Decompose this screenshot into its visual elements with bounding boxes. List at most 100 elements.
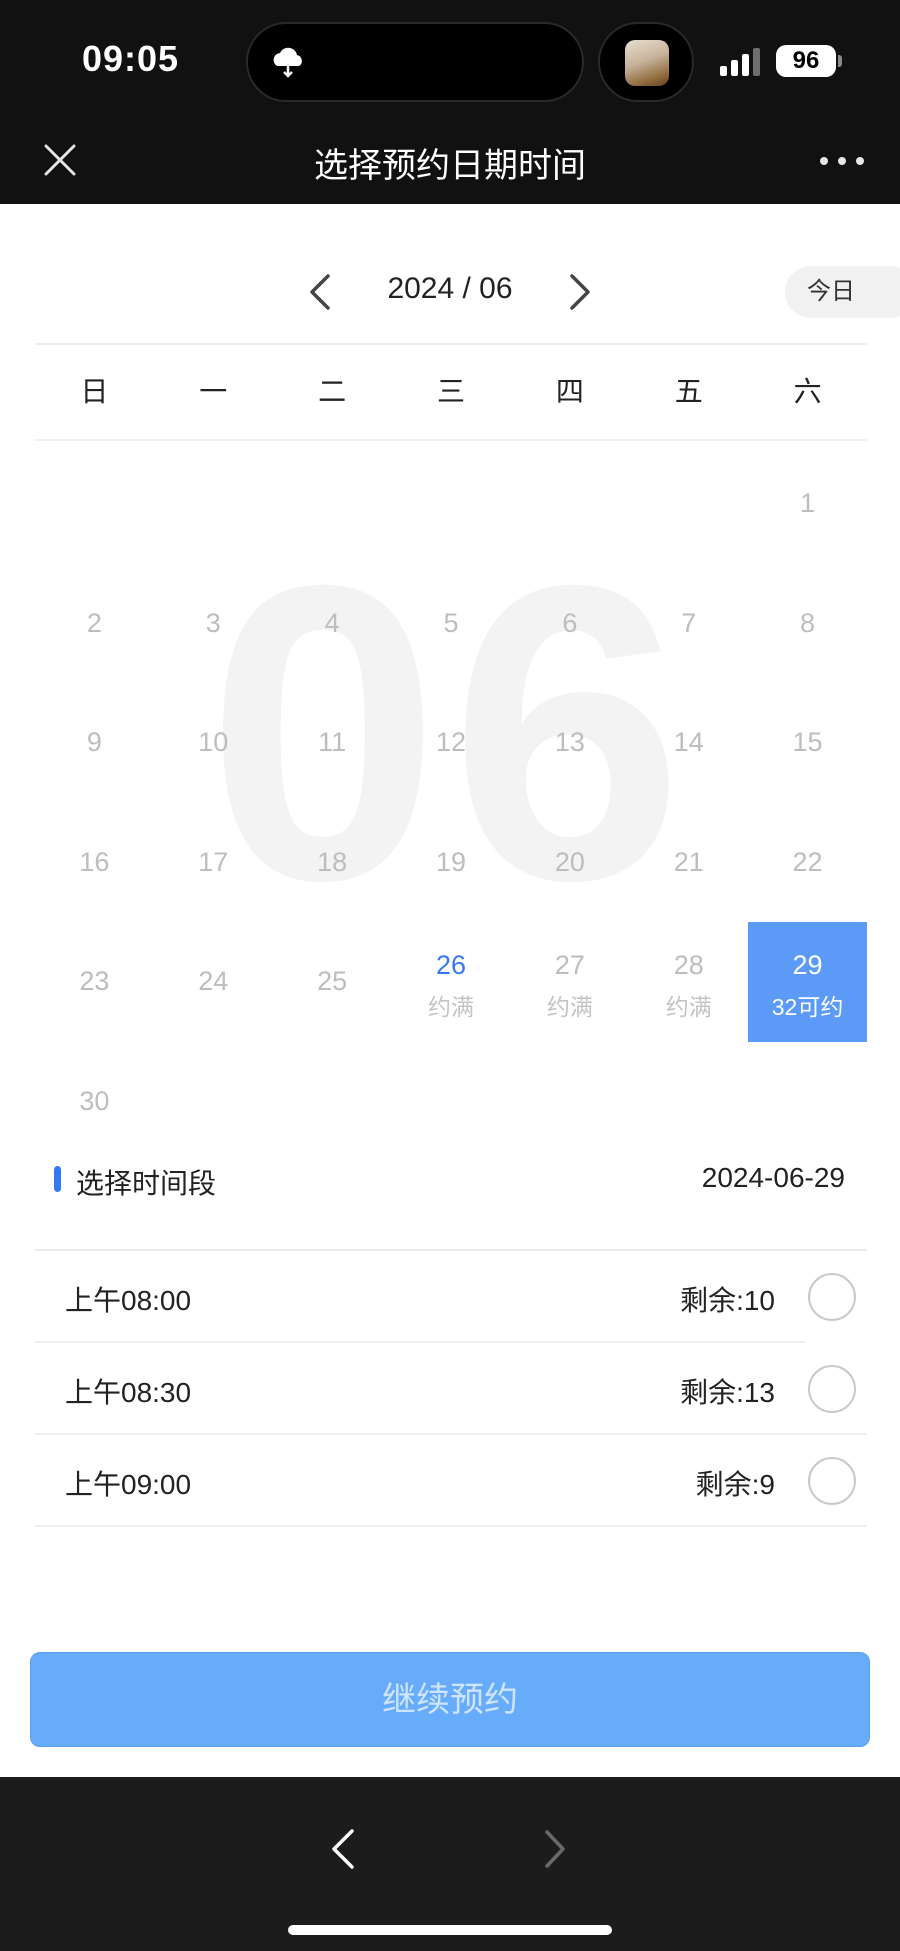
calendar-day[interactable]: 5 [392,564,511,684]
calendar-day[interactable]: 15 [748,683,867,803]
battery-icon: 96 [776,45,836,77]
day-availability: 约满 [546,994,593,1020]
calendar-day[interactable]: 26 约满 [392,922,511,1042]
home-indicator [288,1925,612,1935]
calendar-day[interactable]: 6 [510,564,629,684]
calendar-day[interactable]: 1 [748,444,867,564]
day-number: 15 [792,727,823,757]
chevron-right-icon[interactable] [560,270,600,314]
day-number: 30 [79,1085,110,1116]
weekday-label: 一 [199,376,228,407]
chevron-left-icon[interactable] [300,270,340,314]
day-number: 9 [86,727,102,757]
slot-radio[interactable] [808,1273,856,1321]
time-slot-row[interactable]: 上午08:30 剩余:13 [35,1343,867,1435]
calendar-day[interactable]: 28 约满 [629,922,748,1042]
calendar-day[interactable]: 19 [392,803,511,923]
calendar-empty-cell [35,444,154,564]
day-number: 8 [800,607,816,638]
day-number: 22 [792,846,823,877]
day-number: 14 [673,727,704,757]
more-icon[interactable] [818,146,866,176]
time-slot-row[interactable]: 上午09:00 剩余:9 [35,1435,867,1527]
calendar-day[interactable]: 10 [154,683,273,803]
calendar-empty-cell [154,444,273,564]
calendar-day[interactable]: 9 [35,683,154,803]
day-number: 2 [86,607,102,638]
day-number: 23 [79,966,110,996]
selected-date: 2024-06-29 [701,1162,845,1193]
divider [35,1525,867,1527]
day-number: 27 [554,950,585,980]
calendar-day[interactable]: 18 [273,803,392,923]
calendar-day[interactable]: 29 32可约 [748,922,867,1042]
calendar-day[interactable]: 8 [748,564,867,684]
day-number: 21 [673,846,704,877]
weekday-label: 日 [80,376,109,407]
divider [35,439,867,441]
calendar-grid: 1 2 3 4 5 6 7 8 9 10 11 12 13 14 15 16 17 18 19 20 21 22 23 24 2… [35,444,867,1161]
day-number: 19 [435,846,467,877]
day-number: 5 [443,607,459,638]
calendar-day[interactable]: 14 [629,683,748,803]
day-availability: 约满 [427,994,474,1020]
calendar-day[interactable]: 24 [154,922,273,1042]
signal-icon [720,48,760,76]
battery-tip [838,55,842,67]
weekday-label: 五 [674,376,703,407]
day-number: 3 [205,607,221,638]
title-bar: 选择预约日期时间 [0,126,900,204]
day-number: 1 [800,488,816,518]
today-button[interactable]: 今日 [785,266,900,318]
day-number: 12 [435,727,467,757]
day-number: 7 [681,607,697,638]
status-bar: 09:05 96 [0,0,900,126]
continue-booking-button[interactable]: 继续预约 [30,1652,870,1747]
calendar-day[interactable]: 7 [629,564,748,684]
calendar-day[interactable]: 2 [35,564,154,684]
calendar-day[interactable]: 22 [748,803,867,923]
status-time: 09:05 [82,38,180,79]
calendar-day[interactable]: 12 [392,683,511,803]
calendar-empty-cell [629,444,748,564]
calendar-day[interactable]: 23 [35,922,154,1042]
forward-arrow-icon[interactable] [540,1827,570,1871]
month-navigator: 2024 / 06 今日 [0,204,900,344]
calendar-day[interactable]: 4 [273,564,392,684]
day-number: 10 [198,727,229,757]
calendar-day[interactable]: 11 [273,683,392,803]
slot-remaining: 剩余:10 [680,1285,775,1316]
page-title: 选择预约日期时间 [314,147,586,185]
calendar-day[interactable]: 17 [154,803,273,923]
time-slot-row[interactable]: 上午08:00 剩余:10 [35,1251,867,1343]
live-activity [598,22,694,102]
day-number: 20 [554,846,585,877]
slot-time: 上午08:00 [65,1285,192,1316]
calendar-day[interactable]: 16 [35,803,154,923]
calendar-day[interactable]: 21 [629,803,748,923]
calendar-day[interactable]: 3 [154,564,273,684]
month-label: 2024 / 06 [387,272,513,305]
slot-radio[interactable] [808,1457,856,1505]
calendar-day[interactable]: 30 [35,1042,154,1162]
weekday-label: 二 [318,376,347,407]
day-number: 29 [792,950,823,980]
calendar-day[interactable]: 20 [510,803,629,923]
day-number: 4 [324,607,340,638]
time-slot-header: 选择时间段 2024-06-29 [0,1154,900,1204]
calendar-empty-cell [392,444,511,564]
thumbnail-image [625,40,669,86]
day-number: 24 [198,966,229,996]
back-arrow-icon[interactable] [326,1825,360,1873]
booking-panel: 2024 / 06 今日 日 一 二 三 四 五 六 06 1234567891… [0,204,900,1777]
weekday-label: 六 [793,376,822,407]
slot-remaining: 剩余:9 [695,1469,775,1500]
bottom-toolbar [0,1777,900,1951]
slot-radio[interactable] [808,1365,856,1413]
slot-time: 上午09:00 [65,1469,192,1500]
slot-time: 上午08:30 [65,1377,192,1408]
section-title: 选择时间段 [76,1168,217,1199]
calendar-day[interactable]: 27 约满 [510,922,629,1042]
calendar-day[interactable]: 13 [510,683,629,803]
calendar-day[interactable]: 25 [273,922,392,1042]
